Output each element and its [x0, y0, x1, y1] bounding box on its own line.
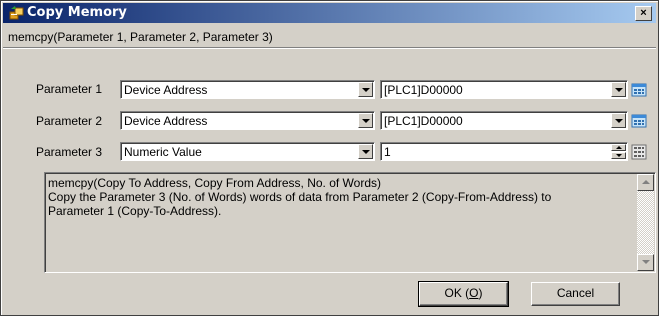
- parameter-1-type-value: Device Address: [124, 83, 208, 97]
- parameter-1-value-select[interactable]: [PLC1]D00000: [380, 80, 628, 99]
- description-box[interactable]: memcpy(Copy To Address, Copy From Addres…: [44, 172, 656, 273]
- description-line: memcpy(Copy To Address, Copy From Addres…: [48, 176, 382, 190]
- window-title: Copy Memory: [27, 5, 127, 20]
- chevron-down-icon[interactable]: [358, 82, 373, 97]
- title-bar[interactable]: Copy Memory ×: [3, 3, 656, 23]
- parameter-3-label: Parameter 3: [36, 145, 103, 159]
- separator: [3, 47, 656, 49]
- parameter-3-value: 1: [384, 145, 391, 159]
- parameter-1-label: Parameter 1: [36, 82, 103, 96]
- parameter-2-type-value: Device Address: [124, 114, 208, 128]
- parameter-2-value: [PLC1]D00000: [384, 114, 463, 128]
- function-signature: memcpy(Parameter 1, Parameter 2, Paramet…: [8, 30, 273, 44]
- parameter-1-type-select[interactable]: Device Address: [120, 80, 375, 99]
- keypad-icon[interactable]: [631, 144, 647, 160]
- chevron-down-icon[interactable]: [611, 113, 626, 128]
- ok-label: OK (: [444, 286, 470, 300]
- parameter-1-value: [PLC1]D00000: [384, 83, 463, 97]
- spin-up-icon[interactable]: [611, 144, 626, 151]
- description-text: memcpy(Copy To Address, Copy From Addres…: [48, 176, 633, 218]
- scroll-down-icon[interactable]: [637, 254, 654, 271]
- spin-down-icon[interactable]: [611, 152, 626, 159]
- cancel-button[interactable]: Cancel: [531, 282, 620, 306]
- spin-button[interactable]: [611, 144, 626, 159]
- parameter-3-value-input[interactable]: 1: [380, 142, 628, 161]
- address-picker-icon[interactable]: [631, 113, 647, 129]
- copy-memory-icon: [9, 6, 24, 20]
- parameter-3-type-select[interactable]: Numeric Value: [120, 142, 375, 161]
- description-line: Copy the Parameter 3 (No. of Words) word…: [48, 190, 552, 204]
- parameter-2-value-select[interactable]: [PLC1]D00000: [380, 111, 628, 130]
- chevron-down-icon[interactable]: [358, 113, 373, 128]
- address-picker-icon[interactable]: [631, 82, 647, 98]
- copy-memory-dialog: Copy Memory × memcpy(Parameter 1, Parame…: [0, 0, 659, 316]
- ok-button[interactable]: OK (O): [418, 281, 509, 307]
- close-button[interactable]: ×: [635, 6, 652, 21]
- description-line: Parameter 1 (Copy-To-Address).: [48, 204, 222, 218]
- ok-label-suffix: ): [478, 286, 483, 300]
- parameter-2-label: Parameter 2: [36, 114, 103, 128]
- ok-accelerator: O: [469, 286, 479, 300]
- close-icon: ×: [640, 7, 647, 19]
- chevron-down-icon[interactable]: [611, 82, 626, 97]
- vertical-scrollbar[interactable]: [637, 174, 654, 271]
- chevron-down-icon[interactable]: [358, 144, 373, 159]
- scroll-up-icon[interactable]: [637, 174, 654, 191]
- parameter-2-type-select[interactable]: Device Address: [120, 111, 375, 130]
- parameter-3-type-value: Numeric Value: [124, 145, 202, 159]
- cancel-label: Cancel: [556, 286, 595, 300]
